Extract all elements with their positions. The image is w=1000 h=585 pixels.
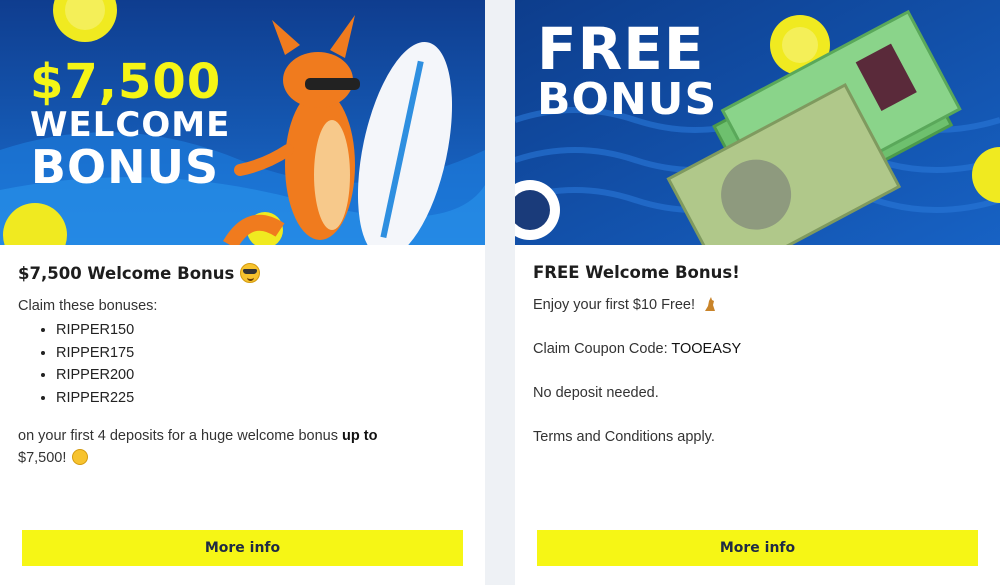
- welcome-bonus-banner[interactable]: $7,500 WELCOME BONUS: [0, 0, 485, 245]
- banner-line-welcome: WELCOME: [30, 105, 231, 145]
- astonished-face-icon: [72, 449, 89, 465]
- banner-headline: $7,500 WELCOME BONUS: [30, 54, 231, 194]
- offer-title: FREE Welcome Bonus!: [533, 263, 982, 282]
- banner-headline: FREE BONUS: [537, 20, 717, 122]
- offer-intro: Claim these bonuses:: [18, 298, 158, 314]
- smiling-face-with-sunglasses-icon: [240, 263, 261, 283]
- more-info-button[interactable]: More info: [537, 530, 978, 566]
- offer-description-amount: $7,500!: [18, 450, 67, 466]
- bonus-codes-list: RIPPER150 RIPPER175 RIPPER200 RIPPER225: [56, 319, 467, 409]
- kangaroo-icon: [705, 297, 716, 311]
- bonus-code-item: RIPPER225: [56, 387, 467, 410]
- coupon-code-line: Claim Coupon Code: TOOEASY: [533, 338, 982, 360]
- banner-line-free: FREE: [537, 15, 705, 83]
- coupon-label: Claim Coupon Code:: [533, 341, 672, 357]
- offer-title: $7,500 Welcome Bonus: [18, 263, 467, 283]
- offer-card-free: FREE BONUS FREE Welcome Bonus! Enjoy you…: [515, 0, 1000, 585]
- offer-card-welcome: $7,500 WELCOME BONUS $7,500 Welcome Bonu…: [0, 0, 485, 585]
- bonus-code-item: RIPPER200: [56, 364, 467, 387]
- free-bonus-banner[interactable]: FREE BONUS: [515, 0, 1000, 245]
- terms-text: Terms and Conditions apply.: [533, 429, 715, 445]
- banner-line-bonus: BONUS: [30, 140, 220, 194]
- banner-amount: $7,500: [30, 54, 222, 110]
- more-info-button[interactable]: More info: [22, 530, 463, 566]
- offer-description: on your first 4 deposits for a huge welc…: [18, 425, 467, 469]
- offer-line-free-text: Enjoy your first $10 Free!: [533, 297, 695, 313]
- bonus-code-item: RIPPER175: [56, 342, 467, 365]
- banner-line-bonus: BONUS: [537, 74, 718, 125]
- offer-description-bold: up to: [342, 428, 378, 444]
- bonus-code-item: RIPPER150: [56, 319, 467, 342]
- no-deposit-text: No deposit needed.: [533, 385, 659, 401]
- offer-description-text: on your first 4 deposits for a huge welc…: [18, 428, 343, 444]
- offer-line-free: Enjoy your first $10 Free!: [533, 294, 982, 316]
- offer-title-text: FREE Welcome Bonus!: [533, 263, 740, 282]
- coupon-code[interactable]: TOOEASY: [671, 341, 741, 357]
- offer-title-text: $7,500 Welcome Bonus: [18, 263, 235, 283]
